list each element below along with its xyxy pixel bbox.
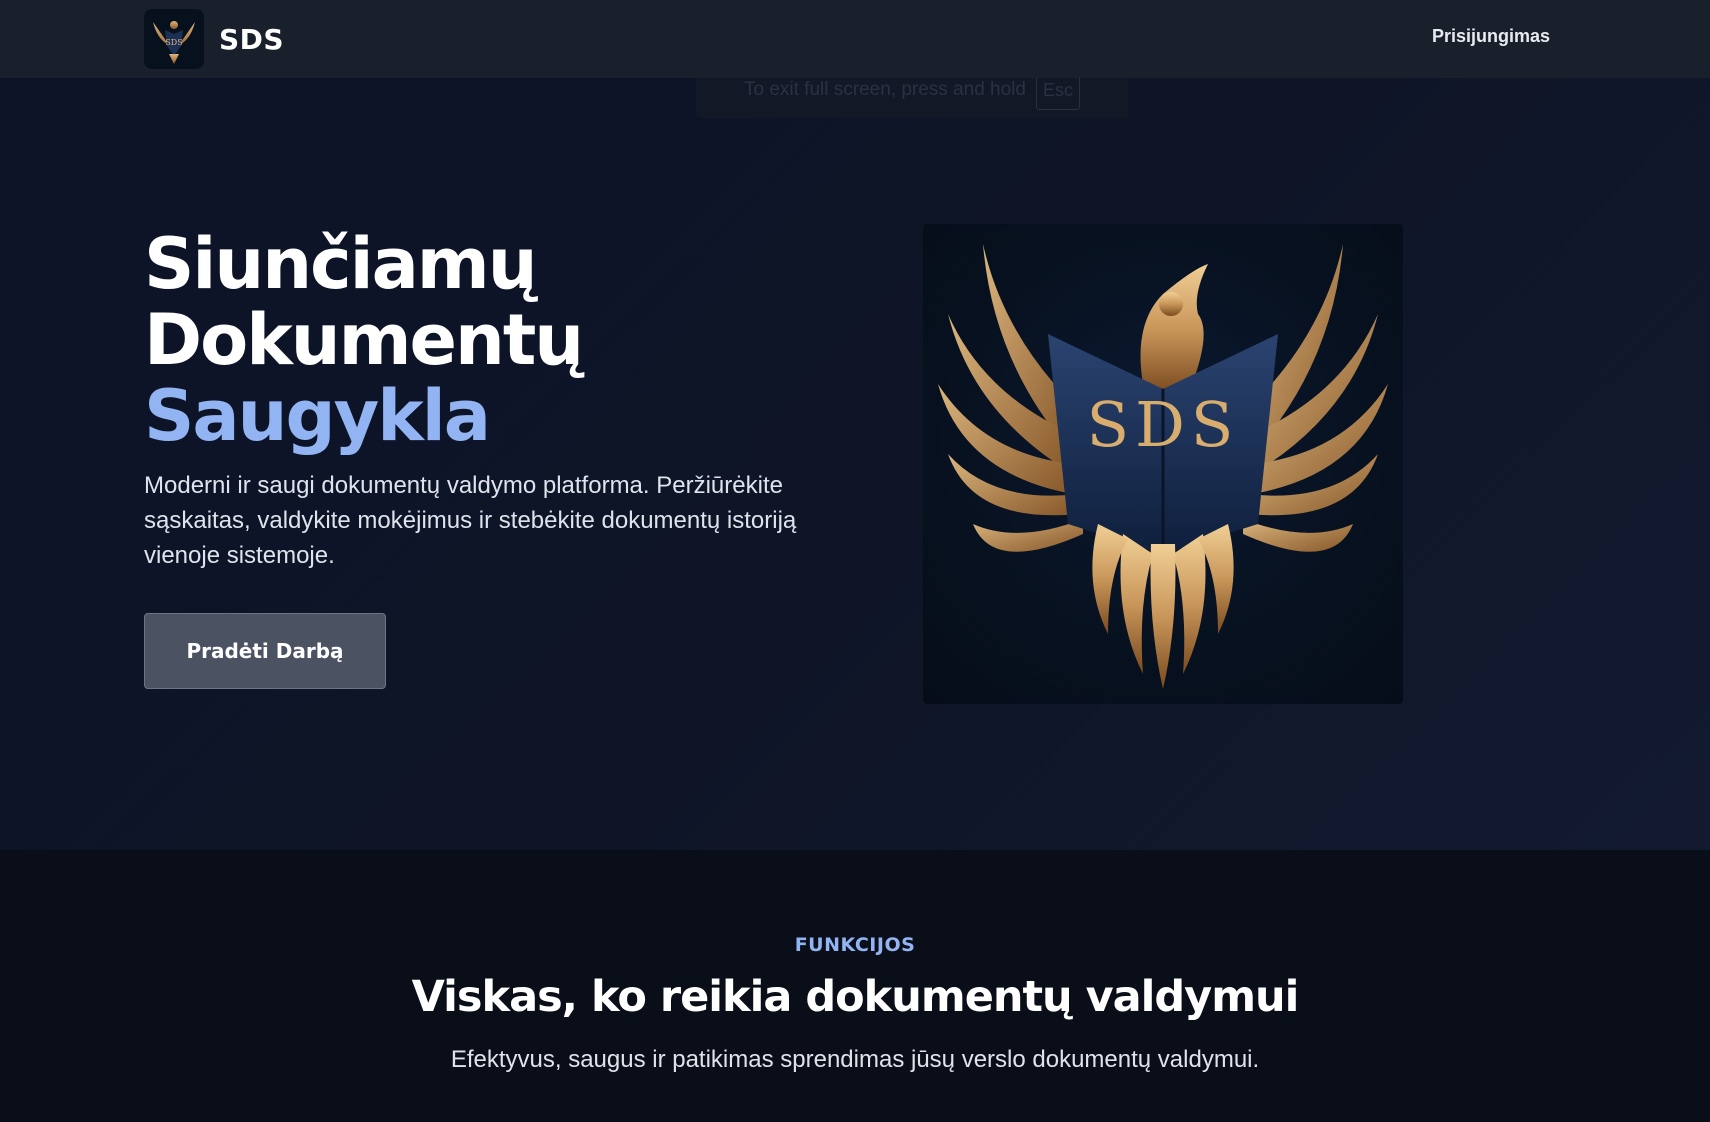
start-work-button[interactable]: Pradėti Darbą xyxy=(144,613,386,689)
features-section: FUNKCIJOS Viskas, ko reikia dokumentų va… xyxy=(0,850,1710,1122)
features-subtitle: Efektyvus, saugus ir patikimas sprendima… xyxy=(450,1046,1260,1073)
hero-subtitle: Moderni ir saugi dokumentų valdymo platf… xyxy=(144,472,797,569)
hero-title-line-2: Dokumentų xyxy=(144,299,584,381)
brand-name: SDS xyxy=(219,22,285,56)
phoenix-emblem-icon: SDS xyxy=(938,244,1388,689)
hero-emblem-image: SDS xyxy=(923,224,1403,704)
top-nav: SDS SDS Prisijungimas xyxy=(0,0,1710,78)
brand-home-link[interactable]: SDS SDS xyxy=(144,9,284,69)
login-link[interactable]: Prisijungimas xyxy=(1432,26,1550,47)
features-eyebrow: FUNKCIJOS xyxy=(794,934,916,956)
features-title: Viskas, ko reikia dokumentų valdymui xyxy=(411,972,1300,1022)
emblem-sds-text: SDS xyxy=(1087,388,1240,461)
hero-title: Siunčiamų Dokumentų Saugykla xyxy=(144,223,584,457)
logo-sds-text: SDS xyxy=(165,38,182,47)
hero-section: Siunčiamų Dokumentų Saugykla Moderni ir … xyxy=(0,78,1710,850)
fullscreen-notice-text: To exit full screen, press and hold xyxy=(743,79,1026,100)
hero-title-accent: Saugykla xyxy=(144,375,491,457)
phoenix-logo-icon: SDS xyxy=(144,9,204,69)
hero-title-line-1: Siunčiamų xyxy=(144,223,538,305)
